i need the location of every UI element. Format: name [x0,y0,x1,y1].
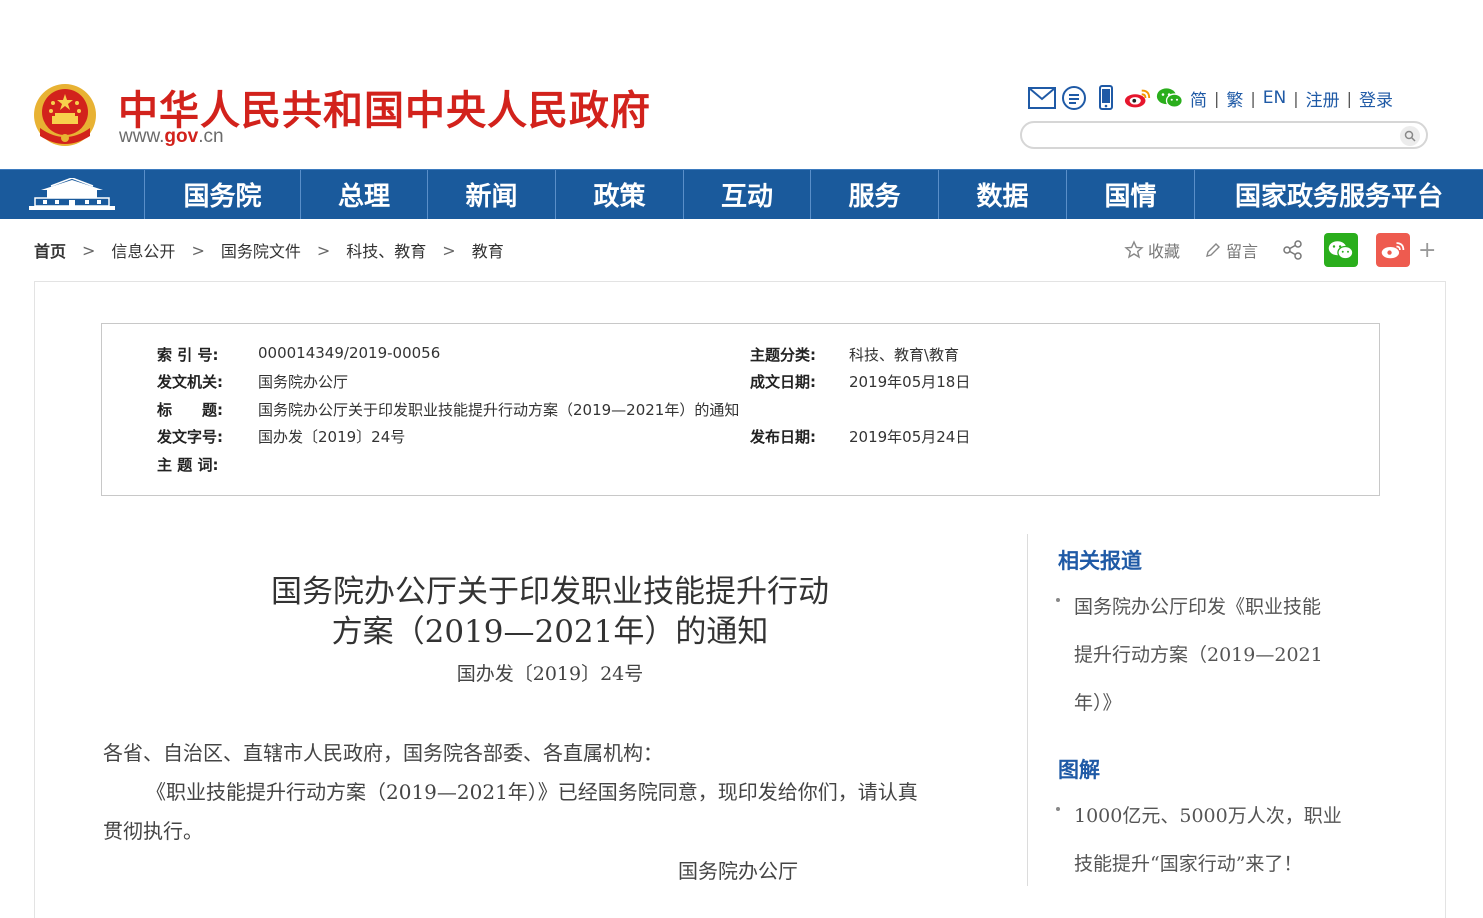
nav-item-gov-service-platform[interactable]: 国家政务服务平台 [1195,170,1483,219]
issuer-value: 国务院办公厅 [258,373,349,391]
message-icon[interactable] [1060,85,1088,111]
search-icon [1404,130,1416,142]
breadcrumb-science-education[interactable]: 科技、教育 [346,238,426,262]
index-value: 000014349/2019-00056 [258,344,441,362]
written-date-value: 2019年05月18日 [849,373,971,391]
breadcrumb-state-council-docs[interactable]: 国务院文件 [221,238,301,262]
link-english[interactable]: EN [1263,88,1286,108]
share-wechat-icon[interactable] [1324,233,1359,267]
breadcrumb: 首页 > 信息公开 > 国务院文件 > 科技、教育 > 教育 [34,238,504,262]
doc-number-label: 发文字号: [157,428,223,446]
bullet-dot [1056,807,1060,811]
document-info-box: 索 引 号: 000014349/2019-00056 主题分类: 科技、教育\… [101,323,1380,496]
link-traditional[interactable]: 繁 [1226,86,1243,111]
graphic-link-line2[interactable]: 技能提升“国家行动”来了！ [1074,849,1302,876]
written-date-label: 成文日期: [750,373,816,391]
graphic-link-line1[interactable]: 1000亿元、5000万人次，职业 [1074,801,1342,828]
comment-button[interactable]: 留言 [1204,238,1258,262]
article-title: 国务院办公厅关于印发职业技能提升行动 方案（2019—2021年）的通知 [130,572,970,652]
nav-item-national-info[interactable]: 国情 [1067,170,1195,219]
article-doc-number: 国办发〔2019〕24号 [456,663,644,685]
nav-home-tiananmen-icon[interactable] [0,170,145,219]
search-input[interactable] [1036,125,1400,147]
issuer-label: 发文机关: [157,373,223,391]
nav-item-policy[interactable]: 政策 [556,170,684,219]
url-gov: gov [164,126,199,147]
graphics-heading: 图解 [1058,757,1100,782]
nav-item-interaction[interactable]: 互动 [684,170,811,219]
separator: | [1214,88,1220,108]
share-weibo-icon[interactable] [1376,233,1411,267]
doc-number-value: 国办发〔2019〕24号 [258,428,406,446]
top-tools: 简 | 繁 | EN | 注册 | 登录 [1028,84,1393,112]
separator: | [1293,88,1299,108]
topic-value: 科技、教育\教育 [849,346,960,364]
national-emblem-logo [32,82,98,148]
more-share-plus-icon[interactable]: + [1418,238,1436,263]
topic-label: 主题分类: [750,346,816,364]
article-paragraph-line2: 贯彻执行。 [103,819,203,843]
published-date-label: 发布日期: [750,428,816,446]
bullet-dot [1056,598,1060,602]
comment-label: 留言 [1226,242,1259,261]
star-icon [1124,240,1144,259]
breadcrumb-education[interactable]: 教育 [472,238,504,262]
published-date-value: 2019年05月24日 [849,428,971,446]
pencil-icon [1206,243,1221,257]
article-signature: 国务院办公厅 [678,859,798,883]
related-reports-heading: 相关报道 [1058,548,1142,573]
share-tools: 收藏 留言 + [1124,233,1436,267]
related-report-link-line3[interactable]: 年）》 [1074,688,1122,715]
wechat-icon[interactable] [1156,85,1184,111]
title-value: 国务院办公厅关于印发职业技能提升行动方案（2019—2021年）的通知 [258,401,740,419]
keywords-label: 主 题 词: [157,456,219,474]
article-title-line2: 方案（2019—2021年）的通知 [331,614,769,650]
separator: | [1250,88,1256,108]
mail-icon[interactable] [1028,85,1056,111]
chevron-right-icon: > [316,240,331,260]
nav-item-news[interactable]: 新闻 [428,170,556,219]
url-suffix: .cn [198,126,224,147]
nav-item-services[interactable]: 服务 [811,170,939,219]
link-simplified[interactable]: 简 [1190,86,1207,111]
article-salutation: 各省、自治区、直辖市人民政府，国务院各部委、各直属机构： [103,741,663,765]
chevron-right-icon: > [191,240,205,260]
share-icon[interactable] [1282,239,1308,261]
nav-item-data[interactable]: 数据 [939,170,1067,219]
search-button[interactable] [1400,126,1420,146]
url-prefix: www. [119,126,165,147]
chevron-right-icon: > [82,240,96,260]
nav-item-state-council[interactable]: 国务院 [145,170,301,219]
related-report-link-line2[interactable]: 提升行动方案（2019—2021 [1074,640,1323,667]
link-register[interactable]: 注册 [1306,86,1340,111]
favorite-button[interactable]: 收藏 [1124,238,1180,262]
site-url: www.gov.cn [119,126,224,148]
search-box [1020,121,1428,149]
top-links: 简 | 繁 | EN | 注册 | 登录 [1190,86,1393,111]
index-label: 索 引 号: [157,346,219,364]
separator: | [1346,88,1353,108]
related-report-link-line1[interactable]: 国务院办公厅印发《职业技能 [1074,592,1321,619]
article-title-line1: 国务院办公厅关于印发职业技能提升行动 [271,574,829,610]
main-nav: 国务院 总理 新闻 政策 互动 服务 数据 国情 国家政务服务平台 [0,169,1483,219]
nav-item-premier[interactable]: 总理 [301,170,428,219]
favorite-label: 收藏 [1148,242,1181,261]
weibo-icon[interactable] [1124,85,1152,111]
sidebar-divider [1027,534,1028,886]
link-login[interactable]: 登录 [1359,86,1393,111]
mobile-icon[interactable] [1092,85,1120,111]
article-paragraph-line1: 《职业技能提升行动方案（2019—2021年）》已经国务院同意，现印发给你们，请… [146,780,918,804]
title-label: 标 题: [157,401,223,419]
breadcrumb-home[interactable]: 首页 [34,238,66,262]
breadcrumb-info-disclosure[interactable]: 信息公开 [111,238,175,262]
chevron-right-icon: > [442,240,456,260]
